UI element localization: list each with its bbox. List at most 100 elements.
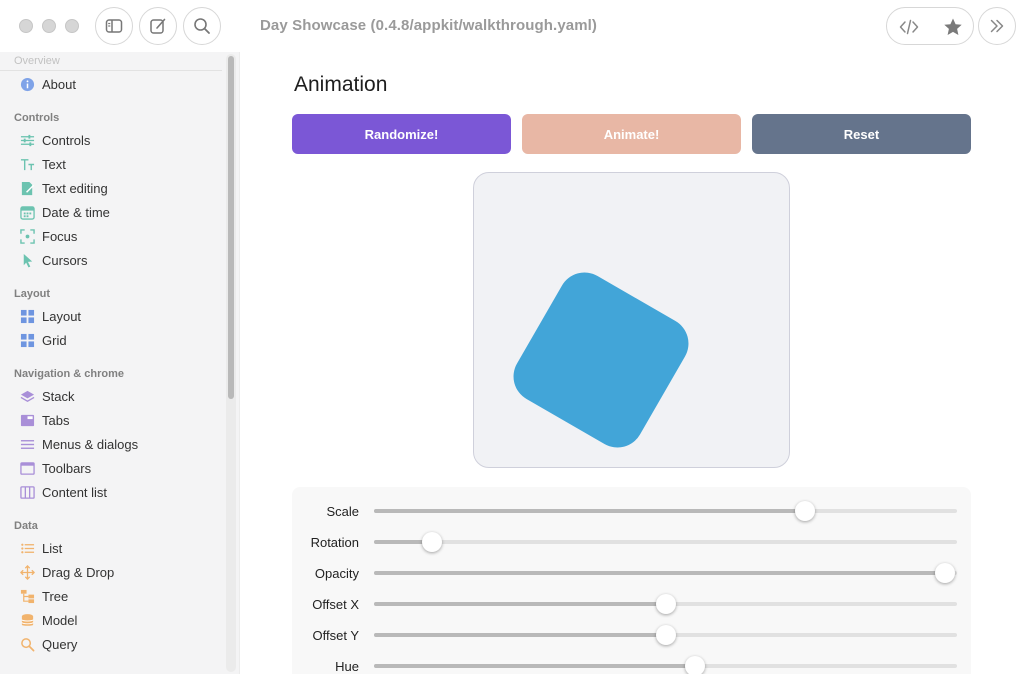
sidebar-item-menus-dialogs[interactable]: Menus & dialogs <box>12 433 222 455</box>
sidebar-scrollbar[interactable] <box>226 54 236 672</box>
opacity-slider[interactable] <box>374 563 957 583</box>
randomize-button[interactable]: Randomize! <box>292 114 511 154</box>
sidebar-item-content-list[interactable]: Content list <box>12 481 222 503</box>
sidebar-item-stack[interactable]: Stack <box>12 385 222 407</box>
offset-x-slider[interactable] <box>374 594 957 614</box>
search-button[interactable] <box>183 7 221 45</box>
slider-fill <box>374 664 695 668</box>
sidebar-item-tree[interactable]: Tree <box>12 585 222 607</box>
sidebar-section-layout: Layout <box>14 288 51 300</box>
edit-document-icon <box>19 180 35 196</box>
sidebar-item-label: Tabs <box>42 412 70 428</box>
offset-y-slider[interactable] <box>374 625 957 645</box>
slider-label-offset-y: Offset Y <box>312 628 360 643</box>
sidebar-item-controls[interactable]: Controls <box>12 129 222 151</box>
zoom-window-button[interactable] <box>65 19 79 33</box>
sidebar-item-label: Query <box>42 636 78 652</box>
sidebar-item-label: Stack <box>42 388 75 404</box>
sidebar-item-label: Drag & Drop <box>42 564 115 580</box>
slider-thumb[interactable] <box>684 656 705 674</box>
search-icon <box>19 636 35 652</box>
hue-slider[interactable] <box>374 656 957 674</box>
favorite-button[interactable] <box>931 8 975 46</box>
reset-button[interactable]: Reset <box>752 114 971 154</box>
search-icon <box>194 18 210 34</box>
scale-slider[interactable] <box>374 501 957 521</box>
calendar-icon <box>19 204 35 220</box>
sidebar-section-data: Data <box>14 520 38 532</box>
cursor-icon <box>19 252 35 268</box>
list-icon <box>19 540 35 556</box>
sidebar-item-about[interactable]: About <box>12 73 222 95</box>
window-title: Day Showcase (0.4.8/appkit/walkthrough.y… <box>260 17 597 34</box>
sidebar-item-label: Grid <box>42 332 67 348</box>
code-icon <box>899 19 919 35</box>
compose-button[interactable] <box>139 7 177 45</box>
sidebar-item-focus[interactable]: Focus <box>12 225 222 247</box>
slider-thumb[interactable] <box>655 594 676 614</box>
sidebar-item-grid[interactable]: Grid <box>12 329 222 351</box>
sidebar-section-navigation: Navigation & chrome <box>14 368 125 380</box>
slider-thumb[interactable] <box>655 625 676 645</box>
sidebar-item-label: Focus <box>42 228 78 244</box>
slider-label-offset-x: Offset X <box>312 597 359 612</box>
sidebar: Overview About Controls Controls Text Te… <box>0 52 240 674</box>
view-source-button[interactable] <box>887 8 931 46</box>
tabs-icon <box>19 412 35 428</box>
sidebar-item-text-editing[interactable]: Text editing <box>12 177 222 199</box>
sidebar-item-label: Tree <box>42 588 69 604</box>
chevron-double-right-icon <box>990 19 1004 33</box>
minimize-window-button[interactable] <box>42 19 56 33</box>
forward-button[interactable] <box>978 7 1016 45</box>
sidebar-item-label: Text editing <box>42 180 108 196</box>
slider-panel <box>292 487 971 674</box>
sidebar-item-label: About <box>42 76 76 92</box>
sidebar-item-label: Model <box>42 612 78 628</box>
sidebar-section-controls: Controls <box>14 112 60 124</box>
sidebar-item-label: Content list <box>42 484 108 500</box>
compose-icon <box>150 18 166 34</box>
close-window-button[interactable] <box>19 19 33 33</box>
sidebar-item-model[interactable]: Model <box>12 609 222 631</box>
slider-label-hue: Hue <box>335 659 359 674</box>
toggle-sidebar-button[interactable] <box>95 7 133 45</box>
slider-fill <box>374 602 666 606</box>
sidebar-item-tabs[interactable]: Tabs <box>12 409 222 431</box>
slider-fill <box>374 509 806 513</box>
sidebar-item-label: Text <box>42 156 66 172</box>
animate-button[interactable]: Animate! <box>522 114 741 154</box>
window-icon <box>19 460 35 476</box>
sidebar-item-label: Controls <box>42 132 91 148</box>
sidebar-item-label: Toolbars <box>42 460 92 476</box>
sidebar-item-toolbars[interactable]: Toolbars <box>12 457 222 479</box>
toolbar-action-group <box>886 7 974 45</box>
sidebar-item-label: Cursors <box>42 252 88 268</box>
sidebar-item-list[interactable]: List <box>12 537 222 559</box>
sliders-icon <box>19 132 35 148</box>
database-icon <box>19 612 35 628</box>
sidebar-icon <box>105 19 123 33</box>
sidebar-item-drag-drop[interactable]: Drag & Drop <box>12 561 222 583</box>
sidebar-item-query[interactable]: Query <box>12 633 222 655</box>
sidebar-scrollbar-thumb[interactable] <box>228 56 234 399</box>
tree-icon <box>19 588 35 604</box>
rotation-slider[interactable] <box>374 532 957 552</box>
sidebar-item-text[interactable]: Text <box>12 153 222 175</box>
columns-icon <box>19 484 35 500</box>
star-icon <box>944 18 962 35</box>
sidebar-divider <box>0 70 222 71</box>
slider-label-rotation: Rotation <box>310 535 359 550</box>
slider-fill <box>374 571 946 575</box>
sidebar-item-label: Layout <box>42 308 82 324</box>
slider-fill <box>374 633 666 637</box>
sidebar-item-date-time[interactable]: Date & time <box>12 201 222 223</box>
menu-icon <box>19 436 35 452</box>
sidebar-item-label: Menus & dialogs <box>42 436 139 452</box>
slider-label-scale: Scale <box>326 504 359 519</box>
grid-icon <box>19 332 35 348</box>
sidebar-item-layout[interactable]: Layout <box>12 305 222 327</box>
page-title: Animation <box>294 73 388 96</box>
grid-icon <box>19 308 35 324</box>
sidebar-item-cursors[interactable]: Cursors <box>12 249 222 271</box>
sidebar-item-label: List <box>42 540 63 556</box>
